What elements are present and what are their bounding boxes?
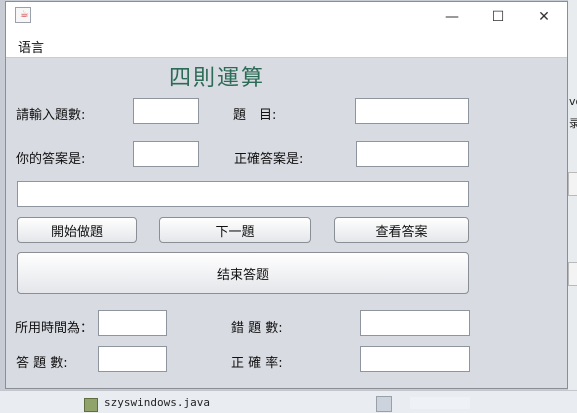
question-count-label: 請輸入題數: [16,108,86,123]
start-button[interactable]: 開始做題 [17,217,137,243]
answered-count-field[interactable] [98,346,167,372]
accuracy-field[interactable] [360,346,470,372]
menu-bar: 语言 [6,31,567,58]
background-ide-edge: vo 录 [568,0,577,412]
view-answer-button[interactable]: 查看答案 [334,217,469,243]
time-used-field[interactable] [98,310,167,336]
accuracy-label: 正 確 率: [231,356,283,371]
correct-answer-field[interactable] [356,141,469,167]
question-field[interactable] [355,98,469,124]
app-window: ☕ — ☐ ✕ 语言 四則運算 請輸入題數: 題 目: 你的答案是: 正確答案是… [5,1,568,389]
time-used-label: 所用時間為： [15,321,94,336]
maximize-button[interactable]: ☐ [475,2,521,31]
ide-field [410,397,470,409]
next-question-button[interactable]: 下一題 [159,217,311,243]
answered-count-label: 答 題 數: [16,356,68,371]
main-panel: 四則運算 請輸入題數: 題 目: 你的答案是: 正確答案是: 開始做題 下一題 … [6,58,567,388]
close-button[interactable]: ✕ [521,2,567,31]
ide-fragment: 录 [569,117,577,130]
finish-button[interactable]: 结束答题 [17,252,469,294]
message-field[interactable] [17,181,469,207]
correct-answer-label: 正確答案是: [234,152,304,167]
java-app-icon: ☕ [15,7,31,23]
ide-chip [568,172,577,196]
app-title: 四則運算 [169,66,266,91]
question-label: 題 目: [233,108,277,123]
ide-chip [568,262,577,286]
wrong-count-field[interactable] [360,310,470,336]
your-answer-input[interactable] [133,141,199,167]
title-bar[interactable]: ☕ — ☐ ✕ [6,2,567,31]
minimize-button[interactable]: — [429,2,475,31]
ide-file-name[interactable]: szyswindows.java [104,396,210,409]
ide-fragment: vo [569,95,577,108]
wrong-count-label: 錯 題 數: [231,321,283,336]
ide-scroll-button[interactable] [376,396,392,412]
menu-language[interactable]: 语言 [18,37,44,56]
question-count-input[interactable] [133,98,199,124]
your-answer-label: 你的答案是: [16,152,86,167]
java-file-icon [84,398,98,412]
